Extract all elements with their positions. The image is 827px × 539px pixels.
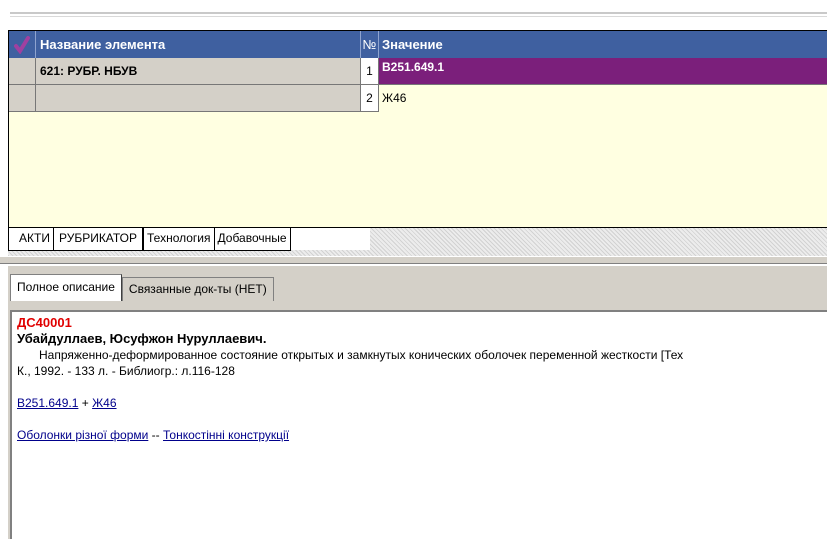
subject-separator: -- — [151, 428, 160, 442]
class-separator: + — [81, 396, 89, 410]
tab-dobavochnye[interactable]: Добавочные — [213, 228, 291, 251]
grid-header-check[interactable] — [9, 31, 36, 58]
subject-link[interactable]: Оболонки різної форми — [17, 428, 148, 442]
class-link[interactable]: Ж46 — [92, 396, 116, 410]
tab-rubrikator[interactable]: РУБРИКАТОР — [52, 228, 144, 251]
top-divider-secondary — [10, 16, 827, 17]
row-number: 2 — [361, 85, 379, 112]
check-icon — [14, 35, 30, 54]
table-row[interactable]: 621: РУБР. НБУВ 1 В251.649.1 — [9, 58, 827, 85]
table-row[interactable]: 2 Ж46 — [9, 85, 827, 112]
subject-links: Оболонки різної форми -- Тонкостінні кон… — [17, 427, 827, 443]
top-divider — [10, 12, 827, 14]
tab-tekhnologiya[interactable]: Технология — [143, 228, 214, 251]
grid-header-value[interactable]: Значение — [379, 31, 827, 58]
tab-full-description[interactable]: Полное описание — [10, 274, 122, 301]
top-strip — [0, 0, 827, 30]
row-value[interactable]: Ж46 — [379, 85, 827, 112]
document-title: Напряженно-деформированное состояние отк… — [39, 348, 684, 362]
bottom-tabs: Полное описание Связанные док-ты (НЕТ) — [10, 274, 274, 302]
class-link[interactable]: В251.649.1 — [17, 396, 78, 410]
row-element-name[interactable] — [36, 85, 361, 112]
document-id: ДС40001 — [17, 315, 72, 330]
document-imprint: К., 1992. - 133 л. - Библиогр.: л.116-12… — [17, 364, 235, 378]
grid-header-name[interactable]: Название элемента — [36, 31, 361, 58]
row-value-selected[interactable]: В251.649.1 — [379, 58, 827, 85]
tab-strip: АКТИ РУБРИКАТОР Технология Добавочные — [8, 228, 827, 256]
description-panel: Полное описание Связанные док-ты (НЕТ) Д… — [8, 266, 827, 539]
elements-grid: Название элемента № Значение 621: РУБР. … — [8, 30, 827, 228]
subject-link[interactable]: Тонкостінні конструкції — [163, 428, 289, 442]
row-indicator[interactable] — [9, 58, 36, 85]
grid-header-num[interactable]: № — [361, 31, 379, 58]
classification-links: В251.649.1 + Ж46 — [17, 395, 827, 411]
tab-related-docs[interactable]: Связанные док-ты (НЕТ) — [121, 277, 274, 301]
description-content: ДС40001 Убайдуллаев, Юсуфжон Нуруллаевич… — [10, 310, 827, 539]
row-number: 1 — [361, 58, 379, 85]
document-author: Убайдуллаев, Юсуфжон Нуруллаевич. — [17, 331, 267, 346]
tabs: АКТИ РУБРИКАТОР Технология Добавочные — [8, 228, 370, 251]
row-indicator[interactable] — [9, 85, 36, 112]
splitter[interactable] — [0, 256, 827, 264]
tab-akti[interactable]: АКТИ — [8, 228, 53, 251]
row-element-name[interactable]: 621: РУБР. НБУВ — [36, 58, 361, 85]
